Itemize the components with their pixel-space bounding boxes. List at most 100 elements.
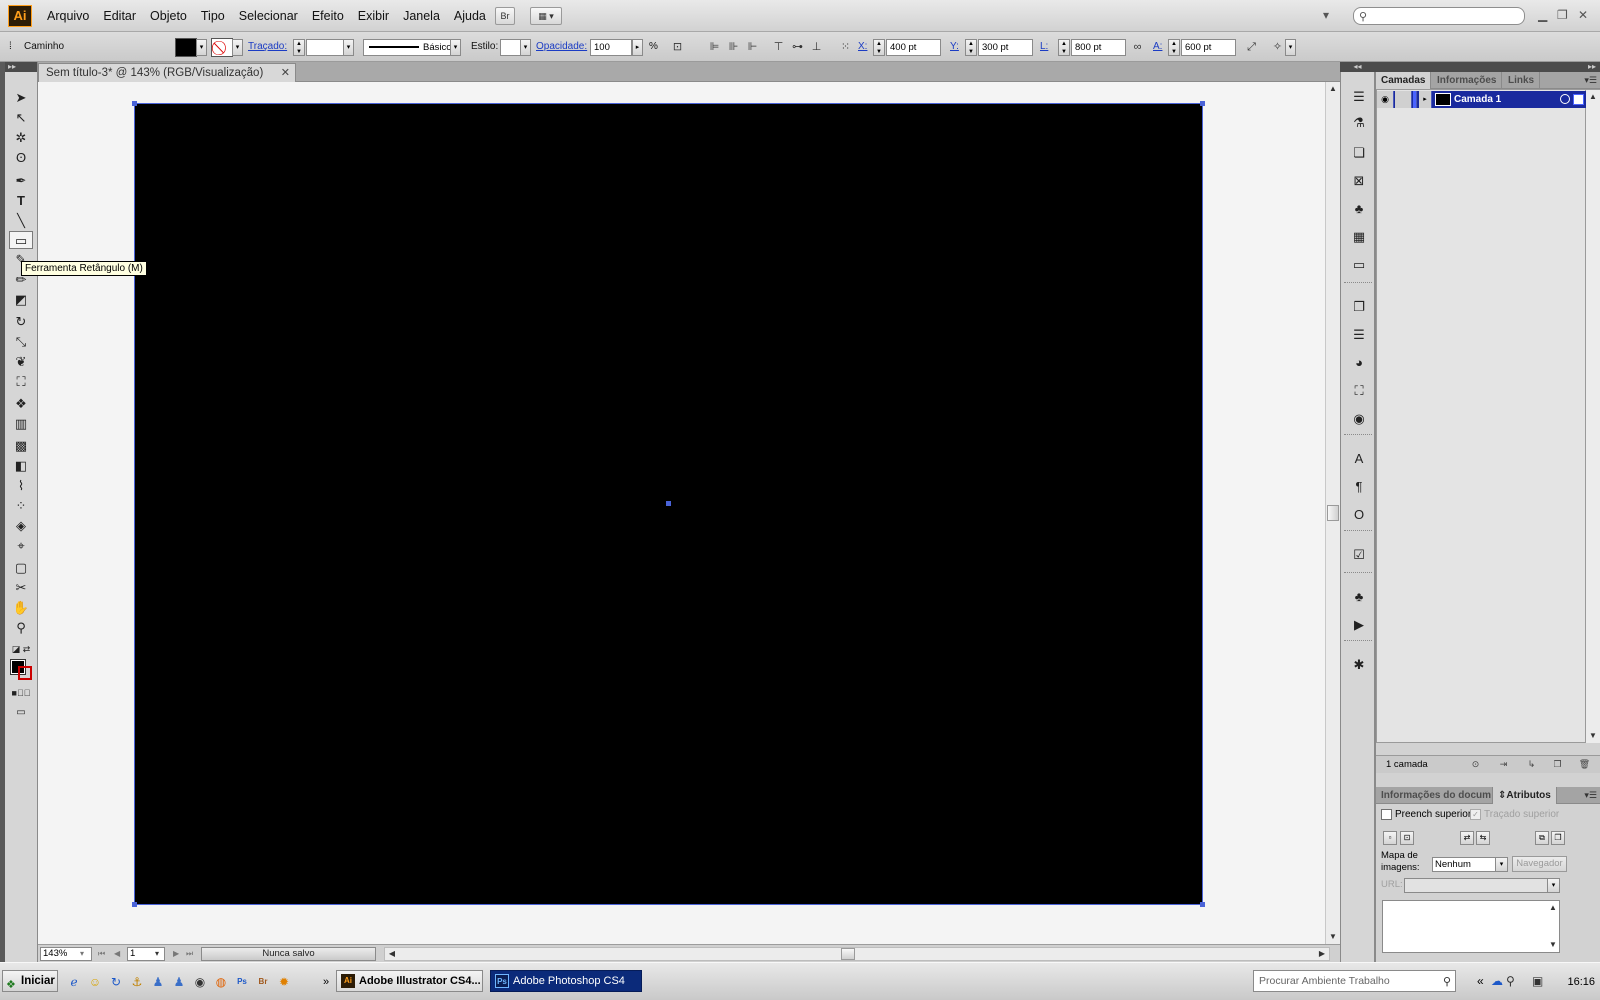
update-icon[interactable]: ↻ — [108, 974, 124, 990]
stroke-weight-dropdown-arrow[interactable]: ▾ — [343, 39, 354, 56]
settings-gear-icon[interactable]: ✹ — [276, 974, 292, 990]
graphic-styles-icon[interactable]: ▦ — [1349, 228, 1369, 246]
image-map-select[interactable]: Nenhum ▾ — [1432, 857, 1508, 872]
opacity-dropdown-arrow[interactable]: ▸ — [632, 39, 643, 56]
blend-tool-icon[interactable]: ⁘ — [9, 497, 33, 515]
network-icon[interactable]: ♟ — [150, 974, 166, 990]
character-icon[interactable]: A — [1349, 450, 1369, 468]
appearance-icon[interactable]: ◉ — [1349, 410, 1369, 428]
graphic-style-dropdown-arrow[interactable]: ▾ — [520, 39, 531, 56]
graphic-style-swatch[interactable] — [500, 39, 522, 56]
opacity-input[interactable]: 100 — [590, 39, 632, 56]
panel-menu-icon[interactable]: ▾☰ — [1584, 72, 1597, 89]
align-left-icon[interactable]: ⊫ — [707, 40, 722, 54]
symbols-club-icon[interactable]: ♣ — [1349, 588, 1369, 606]
notes-scroll-up-arrow[interactable]: ▲ — [1547, 901, 1559, 915]
line-segment-tool-icon[interactable]: ╲ — [9, 212, 33, 230]
target-circle-icon[interactable] — [1560, 94, 1570, 104]
show-center-on-icon[interactable]: ⊡ — [1400, 831, 1414, 845]
tab-camadas[interactable]: Camadas — [1376, 72, 1432, 89]
zoom-tool-icon[interactable]: ⚲ — [9, 619, 33, 637]
stroke-swatch[interactable]: ⃠ — [211, 38, 233, 57]
menu-selecionar[interactable]: Selecionar — [232, 0, 305, 32]
delete-layer-icon[interactable]: 🗑 — [1578, 758, 1591, 771]
stroke-profile-dropdown-arrow[interactable]: ▾ — [450, 39, 461, 56]
lasso-tool-icon[interactable]: ʘ — [9, 149, 33, 167]
x-stepper[interactable]: ▲ ▼ — [873, 39, 885, 56]
output-resolution-icon[interactable]: ❐ — [1551, 831, 1565, 845]
stroke-weight-input[interactable] — [306, 39, 344, 56]
desktop-search-icon[interactable]: ⚲ — [1443, 972, 1451, 992]
media-player-icon[interactable]: ◉ — [192, 974, 208, 990]
selection-handle-top-left[interactable] — [132, 101, 137, 106]
tab-informacoes[interactable]: Informações — [1432, 72, 1503, 89]
stroke-label[interactable]: Traçado: — [248, 32, 287, 62]
column-graph-tool-icon[interactable]: ▥ — [9, 415, 33, 433]
navigator-icon[interactable]: ✱ — [1349, 656, 1369, 674]
symbol-sprayer-tool-icon[interactable]: ❖ — [9, 395, 33, 413]
tray-network-icon[interactable]: ☁ — [1491, 974, 1503, 988]
eyedropper-tool-icon[interactable]: ⌇ — [9, 477, 33, 495]
screen-mode-icon[interactable]: ▭ — [9, 704, 33, 722]
selection-tool-icon[interactable]: ➤ — [9, 89, 33, 107]
vertical-scroll-thumb[interactable] — [1327, 505, 1339, 521]
width-input[interactable]: 800 pt — [1071, 39, 1126, 56]
notes-scroll-down-arrow[interactable]: ▼ — [1547, 938, 1559, 952]
next-artboard-icon[interactable]: ▶ — [173, 947, 179, 961]
selection-center-point[interactable] — [666, 501, 671, 506]
visibility-eye-icon[interactable]: ◉ — [1377, 91, 1394, 108]
workspace-arrange-button[interactable]: ▦ ▾ — [530, 7, 562, 25]
horizontal-scrollbar[interactable]: ◀ ▶ — [384, 947, 1330, 961]
stroke-dropdown-arrow[interactable]: ▾ — [232, 39, 243, 56]
start-button[interactable]: ❖ Iniciar — [2, 970, 58, 992]
users-icon[interactable]: ♟ — [171, 974, 187, 990]
artboard-number-select[interactable]: 1 — [127, 947, 165, 961]
fill-stroke-swatches[interactable] — [9, 659, 33, 681]
create-new-layer-icon[interactable]: ❐ — [1551, 758, 1564, 771]
stroke-profile-select[interactable]: Básico — [363, 39, 461, 56]
attributes-menu-icon[interactable]: ▾☰ — [1584, 787, 1597, 804]
firefox-icon[interactable]: ◍ — [213, 974, 229, 990]
horizontal-scroll-thumb[interactable] — [841, 948, 855, 960]
opacity-label[interactable]: Opacidade: — [536, 32, 587, 62]
taskbar-photoshop-button[interactable]: Ps Adobe Photoshop CS4 — [490, 970, 642, 992]
default-fill-stroke-icon[interactable]: ◪ ⇄ — [9, 640, 33, 658]
bridge-launcher-icon[interactable]: Br — [255, 974, 271, 990]
rotate-tool-icon[interactable]: ↻ — [9, 313, 33, 331]
y-input[interactable]: 300 pt — [978, 39, 1033, 56]
menu-arquivo[interactable]: Arquivo — [40, 0, 96, 32]
scroll-down-arrow[interactable]: ▼ — [1326, 930, 1340, 944]
desktop-search-input[interactable]: Procurar Ambiente Trabalho ⚲ — [1253, 970, 1456, 992]
recolor-artwork-icon[interactable]: ⊡ — [670, 40, 685, 54]
color-guide-icon[interactable]: ⚗ — [1349, 114, 1369, 132]
vertical-scrollbar[interactable]: ▲ ▼ — [1325, 82, 1340, 944]
dock-header[interactable]: ◂◂ — [1340, 62, 1375, 72]
notes-textarea[interactable]: ▲ ▼ — [1382, 900, 1560, 953]
quick-launch-more-icon[interactable]: » — [318, 974, 334, 990]
last-artboard-icon[interactable]: ⏭ — [186, 947, 193, 961]
align-middle-icon[interactable]: ⊶ — [790, 40, 805, 54]
tray-expand-chevron[interactable]: « — [1477, 974, 1484, 988]
reverse-path-icon[interactable]: ⧉ — [1535, 831, 1549, 845]
height-stepper[interactable]: ▲ ▼ — [1168, 39, 1180, 56]
live-paint-selection-tool-icon[interactable]: ⌖ — [9, 537, 33, 555]
rectangle-tool-icon[interactable]: ▭ — [9, 231, 33, 249]
menu-tipo[interactable]: Tipo — [194, 0, 232, 32]
control-panel-menu-arrow[interactable]: ▾ — [1285, 39, 1296, 56]
align-panel-icon[interactable]: ☰ — [1349, 326, 1369, 344]
canvas[interactable] — [38, 82, 1325, 944]
transform-icon[interactable]: ⤢ — [1244, 40, 1259, 54]
eraser-tool-icon[interactable]: ◩ — [9, 291, 33, 309]
zoom-select[interactable]: 143% — [40, 947, 92, 961]
menu-exibir[interactable]: Exibir — [351, 0, 396, 32]
brushes-icon[interactable]: ⊠ — [1349, 172, 1369, 190]
tray-monitor-icon[interactable]: ▣ — [1532, 974, 1543, 988]
locate-object-icon[interactable]: ⊙ — [1469, 758, 1482, 771]
navigator-button[interactable]: Navegador — [1512, 856, 1567, 872]
pen-tool-icon[interactable]: ✒ — [9, 172, 33, 190]
messenger-icon[interactable]: ☺ — [87, 974, 103, 990]
align-top-icon[interactable]: ⊤ — [771, 40, 786, 54]
align-bottom-icon[interactable]: ⊥ — [809, 40, 824, 54]
internet-explorer-icon[interactable]: ℯ — [66, 974, 82, 990]
close-tab-icon[interactable]: ✕ — [281, 64, 290, 82]
